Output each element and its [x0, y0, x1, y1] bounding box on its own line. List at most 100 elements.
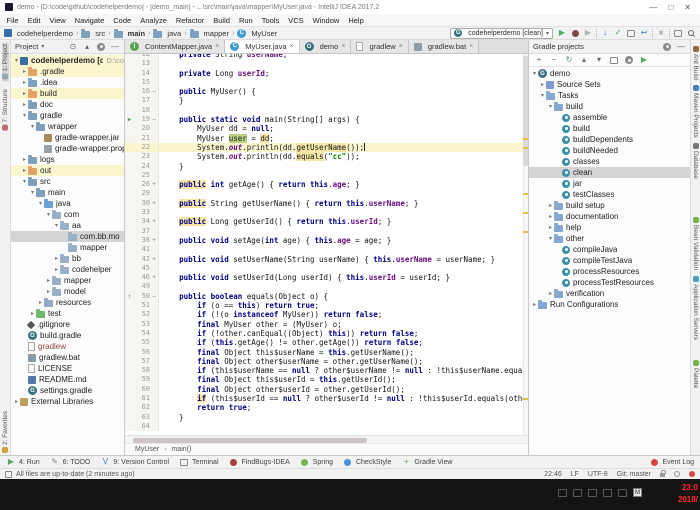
gradle-tree-item[interactable]: classes	[529, 156, 690, 167]
gradle-tree-item[interactable]: build	[529, 123, 690, 134]
gradle-tree-item[interactable]: ▸help	[529, 222, 690, 233]
status-segment[interactable]: 22:46	[544, 471, 562, 478]
project-tree-item[interactable]: ▸build	[11, 88, 124, 99]
editor-breadcrumb-item[interactable]: main()	[171, 446, 191, 453]
warning-stripe-mark[interactable]	[523, 147, 528, 149]
toolwindow-todo[interactable]: ✎6: TODO	[50, 457, 91, 467]
gradle-tree-item[interactable]: buildDependents	[529, 134, 690, 145]
tool-strip-project[interactable]: 1: Project	[2, 42, 9, 81]
fold-marker-icon[interactable]: +	[150, 273, 159, 282]
vcs-update-icon[interactable]: ↓	[600, 28, 610, 38]
project-tree-item[interactable]: com.bb.mo	[11, 231, 124, 242]
event-log[interactable]: Event Log	[649, 457, 694, 467]
expand-arrow-icon[interactable]: ▸	[53, 255, 60, 262]
code-line-58[interactable]: 58 if (this$userName == null ? other$use…	[125, 366, 528, 375]
code-line-45[interactable]: 45	[125, 264, 528, 273]
menu-code[interactable]: Code	[109, 16, 136, 25]
warning-stripe-mark[interactable]	[523, 212, 528, 214]
status-segment[interactable]: Git: master	[617, 471, 651, 478]
close-tab-icon[interactable]: ×	[215, 43, 219, 50]
project-tree-item[interactable]: ▾wrapper	[11, 121, 124, 132]
search-everywhere-icon[interactable]	[686, 28, 696, 38]
menu-edit[interactable]: Edit	[23, 16, 45, 25]
code-line-60[interactable]: 60 final Object other$userId = other.get…	[125, 385, 528, 394]
project-tree-item[interactable]: gradlew.bat	[11, 352, 124, 363]
gradle-tree-item[interactable]: ▸Source Sets	[529, 79, 690, 90]
code-line-52[interactable]: 52 if (!(o instanceof MyUser)) return fa…	[125, 310, 528, 319]
gradle-tree-item[interactable]: testClasses	[529, 189, 690, 200]
tab-MyUser.java[interactable]: CMyUser.java×	[225, 40, 299, 53]
hector-inspections-icon[interactable]	[674, 471, 680, 477]
tray-icon[interactable]	[588, 489, 597, 497]
code-line-30[interactable]: 30+ public String getUserName() { return…	[125, 199, 528, 208]
code-line-24[interactable]: 24 }	[125, 162, 528, 171]
tab-gradlew.bat[interactable]: gradlew.bat×	[409, 40, 479, 53]
breadcrumb-item[interactable]: CMyUser	[237, 29, 277, 38]
expand-arrow-icon[interactable]: ▾	[21, 178, 28, 185]
hide-icon[interactable]: —	[676, 42, 686, 52]
fold-marker-icon[interactable]: +	[150, 199, 159, 208]
toolwindow-version-control[interactable]: V9: Version Control	[100, 457, 169, 467]
add-icon[interactable]: +	[534, 55, 544, 65]
project-tree-item[interactable]: gradle-wrapper.jar	[11, 132, 124, 143]
expand-arrow-icon[interactable]: ▾	[21, 112, 28, 119]
project-tree-item[interactable]: ▸External Libraries	[11, 396, 124, 407]
settings-icon[interactable]	[96, 42, 106, 52]
tray-icon[interactable]	[573, 489, 582, 497]
horizontal-scrollbar-thumb[interactable]	[133, 438, 367, 443]
maximize-button[interactable]: □	[668, 3, 673, 12]
settings-icon[interactable]	[662, 42, 672, 52]
tool-strip-maven-projects[interactable]: Maven Projects	[692, 85, 699, 138]
expand-arrow-icon[interactable]: ▸	[45, 288, 52, 295]
restore-layout-icon[interactable]	[673, 28, 683, 38]
expand-arrow-icon[interactable]: ▸	[37, 299, 44, 306]
fold-marker-icon[interactable]: +	[150, 180, 159, 189]
project-tree-item[interactable]: ▸.gradle	[11, 66, 124, 77]
expand-arrow-icon[interactable]: ▸	[547, 224, 554, 231]
error-indicator-icon[interactable]	[689, 471, 695, 477]
expand-arrow-icon[interactable]: ▾	[45, 211, 52, 218]
ime-indicator-icon[interactable]: M	[633, 488, 642, 497]
code-line-64[interactable]: 64	[125, 422, 528, 431]
toolwindow-findbugs[interactable]: FindBugs-IDEA	[229, 457, 290, 467]
editor-scrollbar-thumb[interactable]	[523, 56, 528, 166]
project-tree-item[interactable]: ▸model	[11, 286, 124, 297]
gradle-tree-item[interactable]: ▾other	[529, 233, 690, 244]
menu-file[interactable]: File	[2, 16, 23, 25]
locate-icon[interactable]: ⊙	[68, 42, 78, 52]
fold-marker-icon[interactable]: −	[150, 115, 159, 124]
breadcrumb-item[interactable]: java	[153, 29, 181, 38]
toolwindow-switcher-icon[interactable]	[5, 471, 12, 478]
project-tree-item[interactable]: .gitignore	[11, 319, 124, 330]
breadcrumb-item[interactable]: main	[114, 29, 146, 38]
tool-strip-bean-validation[interactable]: Bean Validation	[692, 217, 699, 270]
tab-gradlew[interactable]: gradlew×	[351, 40, 408, 53]
expand-arrow-icon[interactable]: ▸	[13, 398, 20, 405]
status-segment[interactable]: LF	[571, 471, 579, 478]
expand-arrow-icon[interactable]: ▾	[53, 222, 60, 229]
close-button[interactable]: ✕	[684, 3, 691, 12]
tool-strip-favorites[interactable]: 2: Favorites	[2, 411, 9, 453]
hide-icon[interactable]: —	[110, 42, 120, 52]
code-line-42[interactable]: 42+ public void setUserName(String userN…	[125, 255, 528, 264]
menu-help[interactable]: Help	[344, 16, 368, 25]
project-tree-item[interactable]: gradle-wrapper.prop	[11, 143, 124, 154]
code-line-62[interactable]: 62 return true;	[125, 403, 528, 412]
code-line-37[interactable]: 37	[125, 227, 528, 236]
project-tree-item[interactable]: ▾gradle	[11, 110, 124, 121]
code-line-26[interactable]: 26+ public int getAge() { return this.ag…	[125, 180, 528, 189]
menu-run[interactable]: Run	[234, 16, 257, 25]
project-tree-item[interactable]: LICENSE	[11, 363, 124, 374]
fold-marker-icon[interactable]: −	[150, 87, 159, 96]
menu-view[interactable]: View	[45, 16, 70, 25]
project-tree-item[interactable]: ▸logs	[11, 154, 124, 165]
project-panel-title[interactable]: Project	[15, 42, 38, 51]
code-line-19[interactable]: ▶19− public static void main(String[] ar…	[125, 115, 528, 124]
expand-arrow-icon[interactable]: ▾	[547, 103, 554, 110]
code-editor[interactable]: 12 private String userName;1314 private …	[125, 54, 528, 435]
code-line-51[interactable]: 51 if (o == this) return true;	[125, 301, 528, 310]
gradle-tree-item[interactable]: ▸documentation	[529, 211, 690, 222]
code-line-55[interactable]: 55 if (this.getAge() != other.getAge()) …	[125, 338, 528, 347]
vcs-commit-icon[interactable]: ✓	[613, 28, 623, 38]
readonly-lock-icon[interactable]	[660, 473, 665, 477]
